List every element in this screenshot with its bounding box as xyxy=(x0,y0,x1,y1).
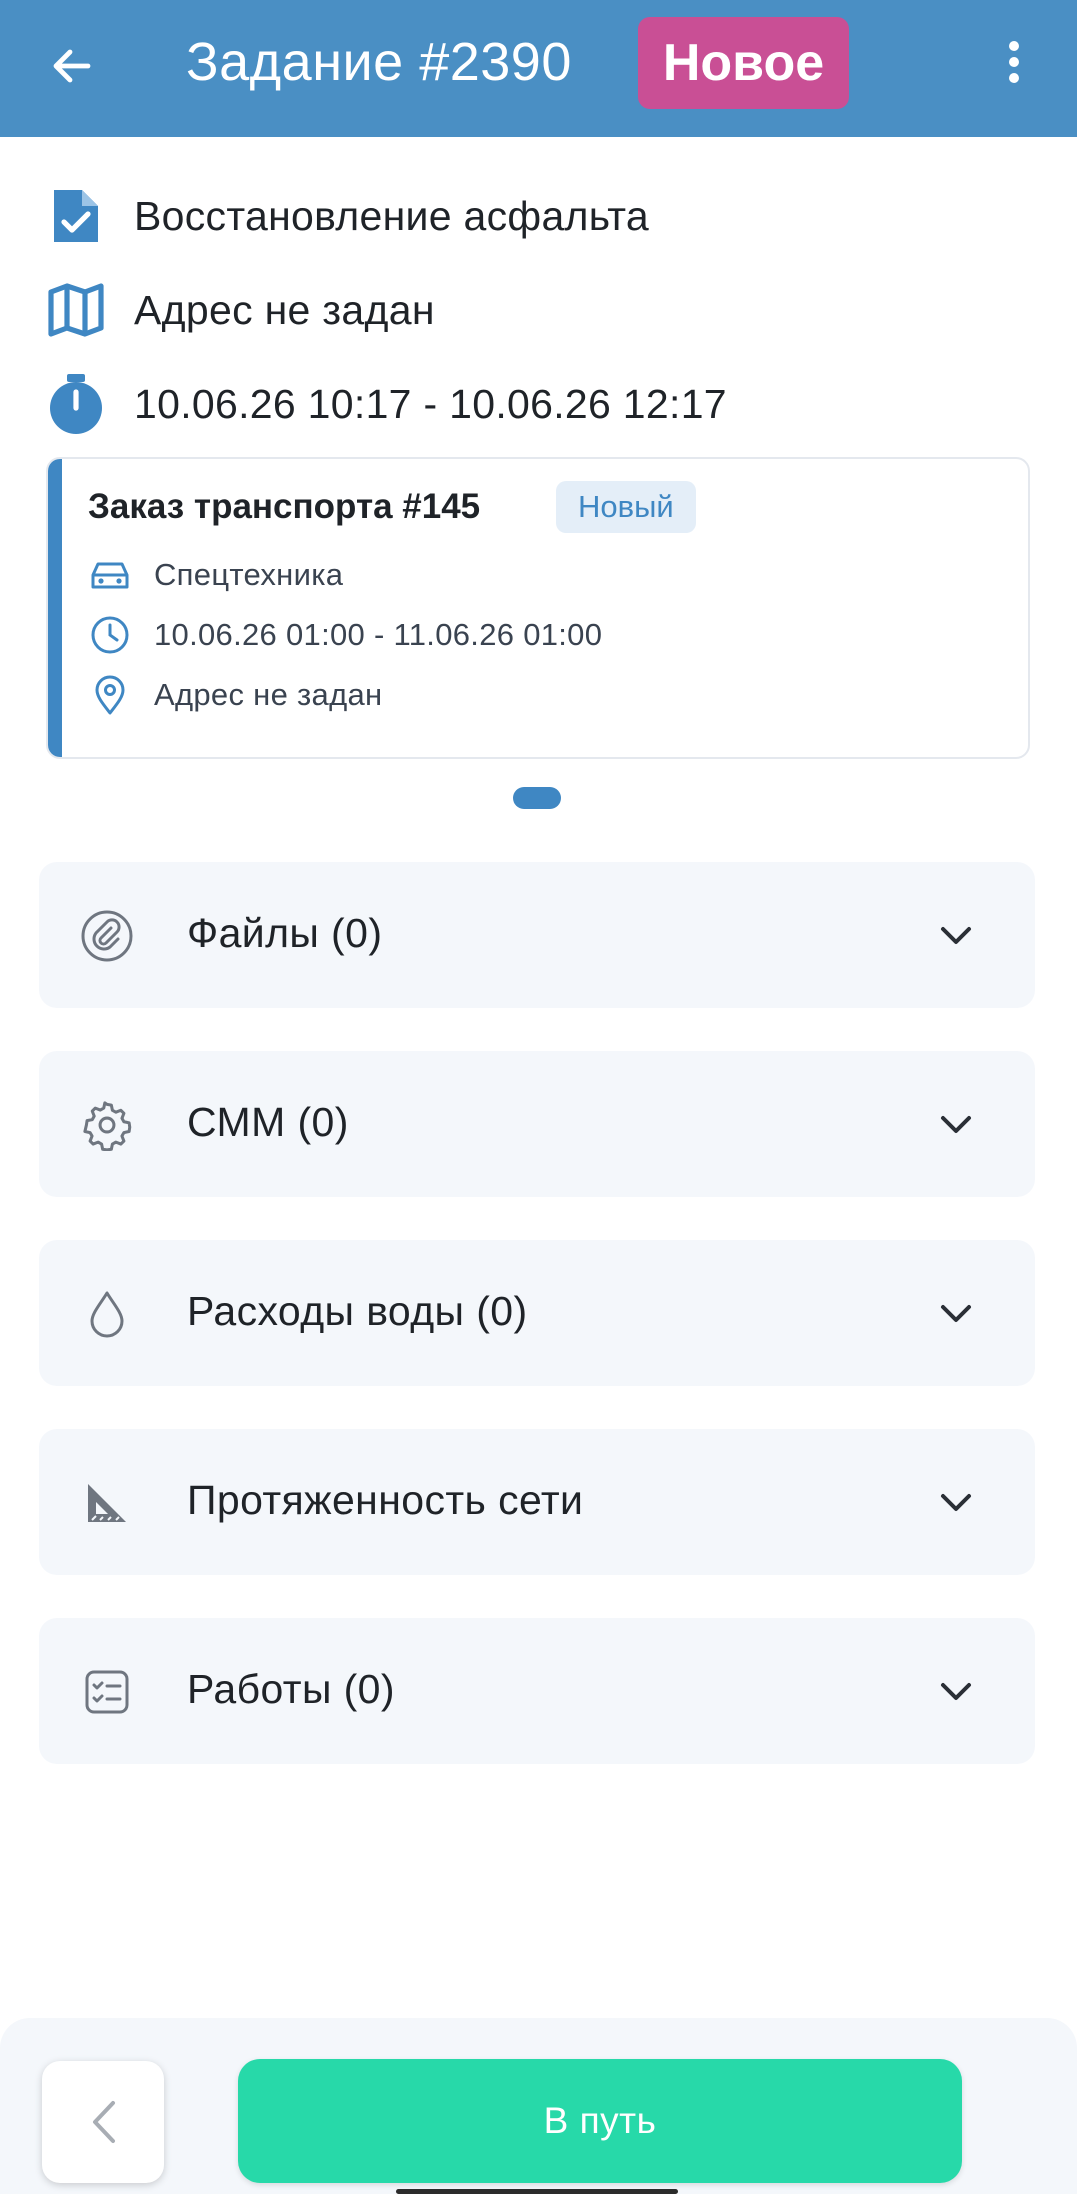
order-address: Адрес не задан xyxy=(154,677,383,712)
task-address: Адрес не задан xyxy=(134,286,435,333)
vehicle-type: Спецтехника xyxy=(154,557,344,592)
car-icon xyxy=(88,553,132,597)
transport-order-status: Новый xyxy=(556,481,696,533)
task-period-row: 10.06.26 10:17 - 10.06.26 12:17 xyxy=(46,369,727,439)
chevron-down-icon xyxy=(936,916,976,956)
transport-order-card[interactable]: Заказ транспорта #145 Новый Спецтехника xyxy=(46,457,1030,759)
page-title: Задание #2390 xyxy=(186,32,572,92)
order-period-row: 10.06.26 01:00 - 11.06.26 01:00 xyxy=(88,611,602,659)
pager-indicator[interactable] xyxy=(513,787,561,809)
more-menu-button[interactable] xyxy=(990,30,1038,94)
map-icon xyxy=(46,278,106,342)
gear-icon xyxy=(79,1097,135,1153)
chevron-down-icon xyxy=(936,1294,976,1334)
previous-button[interactable] xyxy=(42,2061,164,2183)
card-accent xyxy=(48,459,62,757)
section-network-length[interactable]: Протяженность сети xyxy=(39,1429,1035,1575)
back-button[interactable] xyxy=(40,34,104,98)
section-water[interactable]: Расходы воды (0) xyxy=(39,1240,1035,1386)
arrow-left-icon xyxy=(53,49,91,83)
home-indicator xyxy=(396,2189,678,2194)
status-badge: Новое xyxy=(638,17,849,109)
order-address-row: Адрес не задан xyxy=(88,671,382,719)
checklist-icon xyxy=(79,1664,135,1720)
chevron-down-icon xyxy=(936,1483,976,1523)
chevron-down-icon xyxy=(936,1672,976,1712)
more-vertical-icon xyxy=(1009,41,1019,83)
section-label: СММ (0) xyxy=(187,1099,349,1145)
task-type: Восстановление асфальта xyxy=(134,192,649,239)
section-label: Файлы (0) xyxy=(187,910,383,956)
water-drop-icon xyxy=(79,1286,135,1342)
start-trip-button[interactable]: В путь xyxy=(238,2059,962,2183)
section-files[interactable]: Файлы (0) xyxy=(39,862,1035,1008)
location-pin-icon xyxy=(88,673,132,717)
section-label: Протяженность сети xyxy=(187,1477,584,1523)
ruler-triangle-icon xyxy=(79,1475,135,1531)
task-address-row: Адрес не задан xyxy=(46,275,435,345)
app-bar: Задание #2390 Новое xyxy=(0,0,1077,137)
task-period: 10.06.26 10:17 - 10.06.26 12:17 xyxy=(134,380,727,427)
order-period: 10.06.26 01:00 - 11.06.26 01:00 xyxy=(154,617,603,652)
chevron-left-icon xyxy=(93,2101,115,2143)
task-screen: Задание #2390 Новое Восстановление асфал… xyxy=(0,0,1077,2194)
section-works[interactable]: Работы (0) xyxy=(39,1618,1035,1764)
section-smm[interactable]: СММ (0) xyxy=(39,1051,1035,1197)
chevron-down-icon xyxy=(936,1105,976,1145)
transport-order-title: Заказ транспорта #145 xyxy=(88,487,481,526)
vehicle-row: Спецтехника xyxy=(88,551,343,599)
task-type-row: Восстановление асфальта xyxy=(46,181,649,251)
clock-icon xyxy=(88,613,132,657)
section-label: Работы (0) xyxy=(187,1666,395,1712)
paperclip-icon xyxy=(79,908,135,964)
document-check-icon xyxy=(46,184,106,248)
section-label: Расходы воды (0) xyxy=(187,1288,528,1334)
stopwatch-icon xyxy=(46,372,106,436)
